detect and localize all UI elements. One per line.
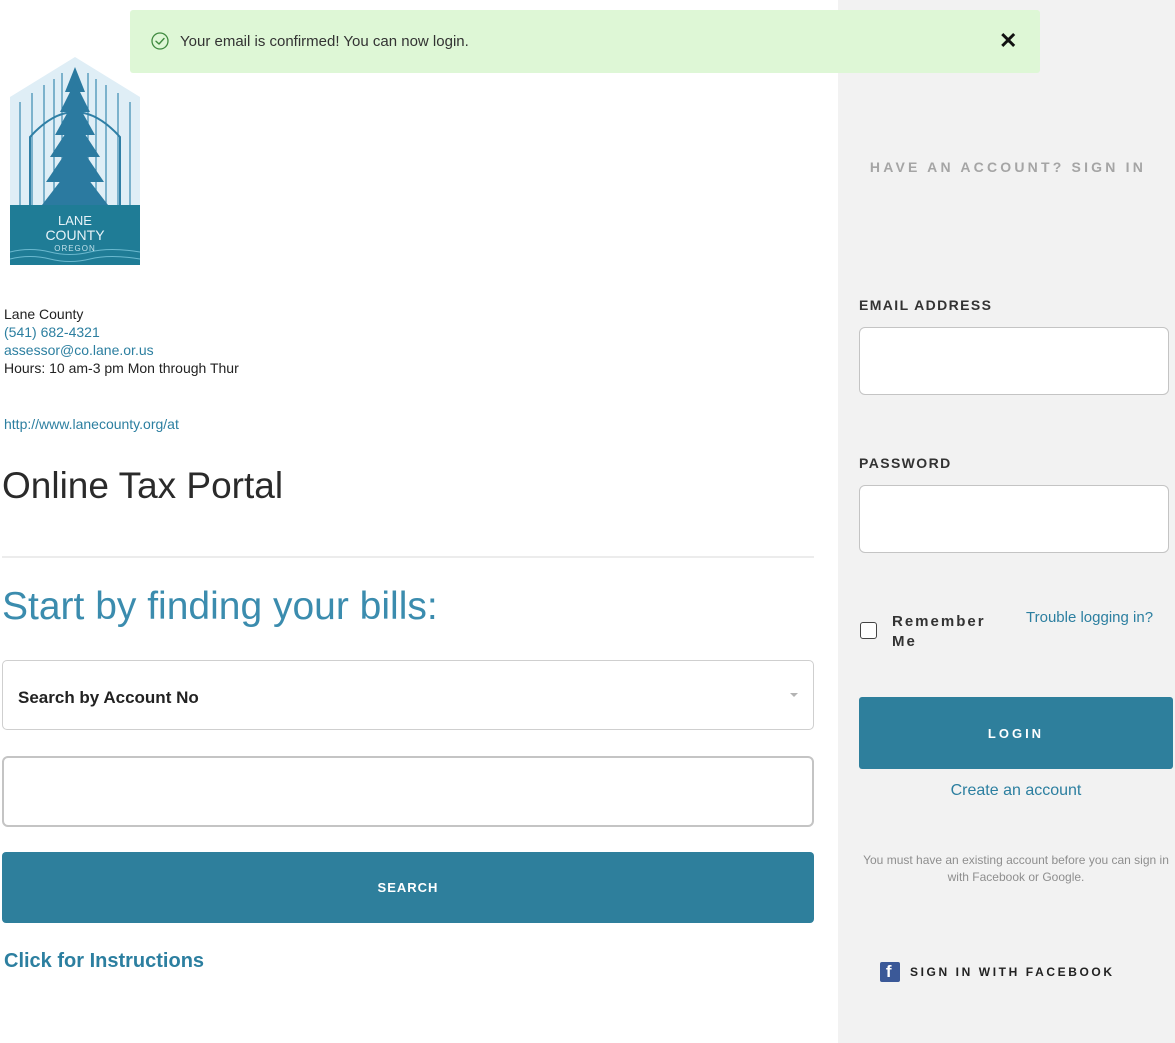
create-account-link[interactable]: Create an account (859, 782, 1173, 800)
password-field[interactable] (859, 485, 1169, 553)
facebook-icon: f (880, 962, 900, 982)
social-signin-note: You must have an existing account before… (863, 853, 1169, 884)
signin-panel: HAVE AN ACCOUNT? SIGN IN EMAIL ADDRESS P… (838, 0, 1175, 1043)
divider (2, 556, 814, 558)
email-label: EMAIL ADDRESS (859, 297, 993, 313)
facebook-signin-button[interactable]: f SIGN IN WITH FACEBOOK (880, 961, 1115, 983)
page-title: Online Tax Portal (2, 465, 284, 506)
website-link[interactable]: http://www.lanecounty.org/at (4, 416, 179, 432)
remember-me-checkbox[interactable] (860, 622, 877, 639)
instructions-link[interactable]: Click for Instructions (4, 950, 204, 973)
logo-line3: OREGON (54, 244, 96, 253)
check-circle-icon (151, 32, 169, 50)
signin-heading: HAVE AN ACCOUNT? SIGN IN (869, 159, 1147, 175)
contact-info: Lane County (541) 682-4321 assessor@co.l… (4, 305, 239, 377)
email-confirmed-toast: Your email is confirmed! You can now log… (130, 10, 1040, 73)
organization-name: Lane County (4, 306, 84, 322)
phone-link[interactable]: (541) 682-4321 (4, 323, 239, 341)
find-bills-heading: Start by finding your bills: (2, 585, 438, 628)
lane-county-logo: LANE COUNTY OREGON (10, 57, 140, 265)
trouble-logging-in-link[interactable]: Trouble logging in? (1026, 608, 1175, 628)
logo-line1: LANE (58, 213, 92, 228)
email-link[interactable]: assessor@co.lane.or.us (4, 341, 239, 359)
caret-down-icon (790, 693, 798, 697)
remember-me-label[interactable]: Remember Me (892, 612, 1012, 652)
office-hours: Hours: 10 am-3 pm Mon through Thur (4, 360, 239, 376)
logo-line2: COUNTY (45, 227, 105, 243)
login-button[interactable]: LOGIN (859, 697, 1173, 769)
search-type-select[interactable]: Search by Account No (2, 660, 814, 730)
search-type-value: Search by Account No (18, 688, 199, 707)
toast-message: Your email is confirmed! You can now log… (180, 33, 469, 50)
password-label: PASSWORD (859, 455, 952, 471)
facebook-signin-label: SIGN IN WITH FACEBOOK (910, 965, 1115, 979)
email-field[interactable] (859, 327, 1169, 395)
search-input[interactable] (2, 756, 814, 827)
search-button[interactable]: SEARCH (2, 852, 814, 923)
close-icon[interactable]: ✕ (999, 28, 1017, 54)
